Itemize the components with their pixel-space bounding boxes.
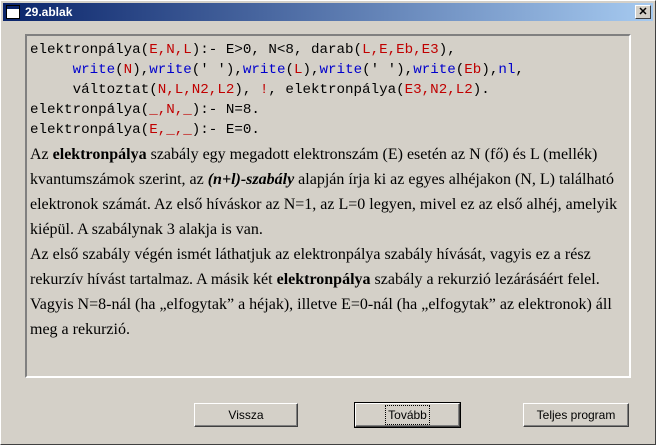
content-panel: elektronpálya(E,N,L):- E>0, N<8, darab(L…	[25, 34, 631, 378]
code-line-3: változtat(N,L,N2,L2), !, elektronpálya(E…	[72, 82, 490, 98]
code-line-1: elektronpálya(E,N,L):- E>0, N<8, darab(L…	[30, 42, 456, 58]
next-button[interactable]: Tovább	[354, 402, 461, 428]
close-icon: ✕	[638, 5, 648, 18]
explanation-paragraph-1: Az elektronpálya szabály egy megadott el…	[30, 146, 618, 238]
code-block: elektronpálya(E,N,L):- E>0, N<8, darab(L…	[30, 40, 524, 140]
window-title: 29.ablak	[25, 5, 73, 19]
window-app-icon	[6, 5, 20, 19]
code-line-2: write(N),write(' '),write(L),write(' '),…	[72, 62, 524, 78]
explanation-text: Az elektronpálya szabály egy megadott el…	[30, 142, 622, 342]
title-bar[interactable]: 29.ablak ✕	[3, 3, 653, 21]
full-program-button[interactable]: Teljes program	[523, 403, 629, 427]
code-line-4: elektronpálya(_,N,_):- N=8.	[30, 102, 260, 118]
explanation-paragraph-2: Az első szabály végén ismét láthatjuk az…	[30, 246, 612, 338]
code-line-5: elektronpálya(E,_,_):- E=0.	[30, 122, 260, 138]
close-button[interactable]: ✕	[635, 5, 651, 19]
dialog-window: 29.ablak ✕ elektronpálya(E,N,L):- E>0, N…	[0, 0, 656, 445]
back-button[interactable]: Vissza	[194, 403, 298, 427]
